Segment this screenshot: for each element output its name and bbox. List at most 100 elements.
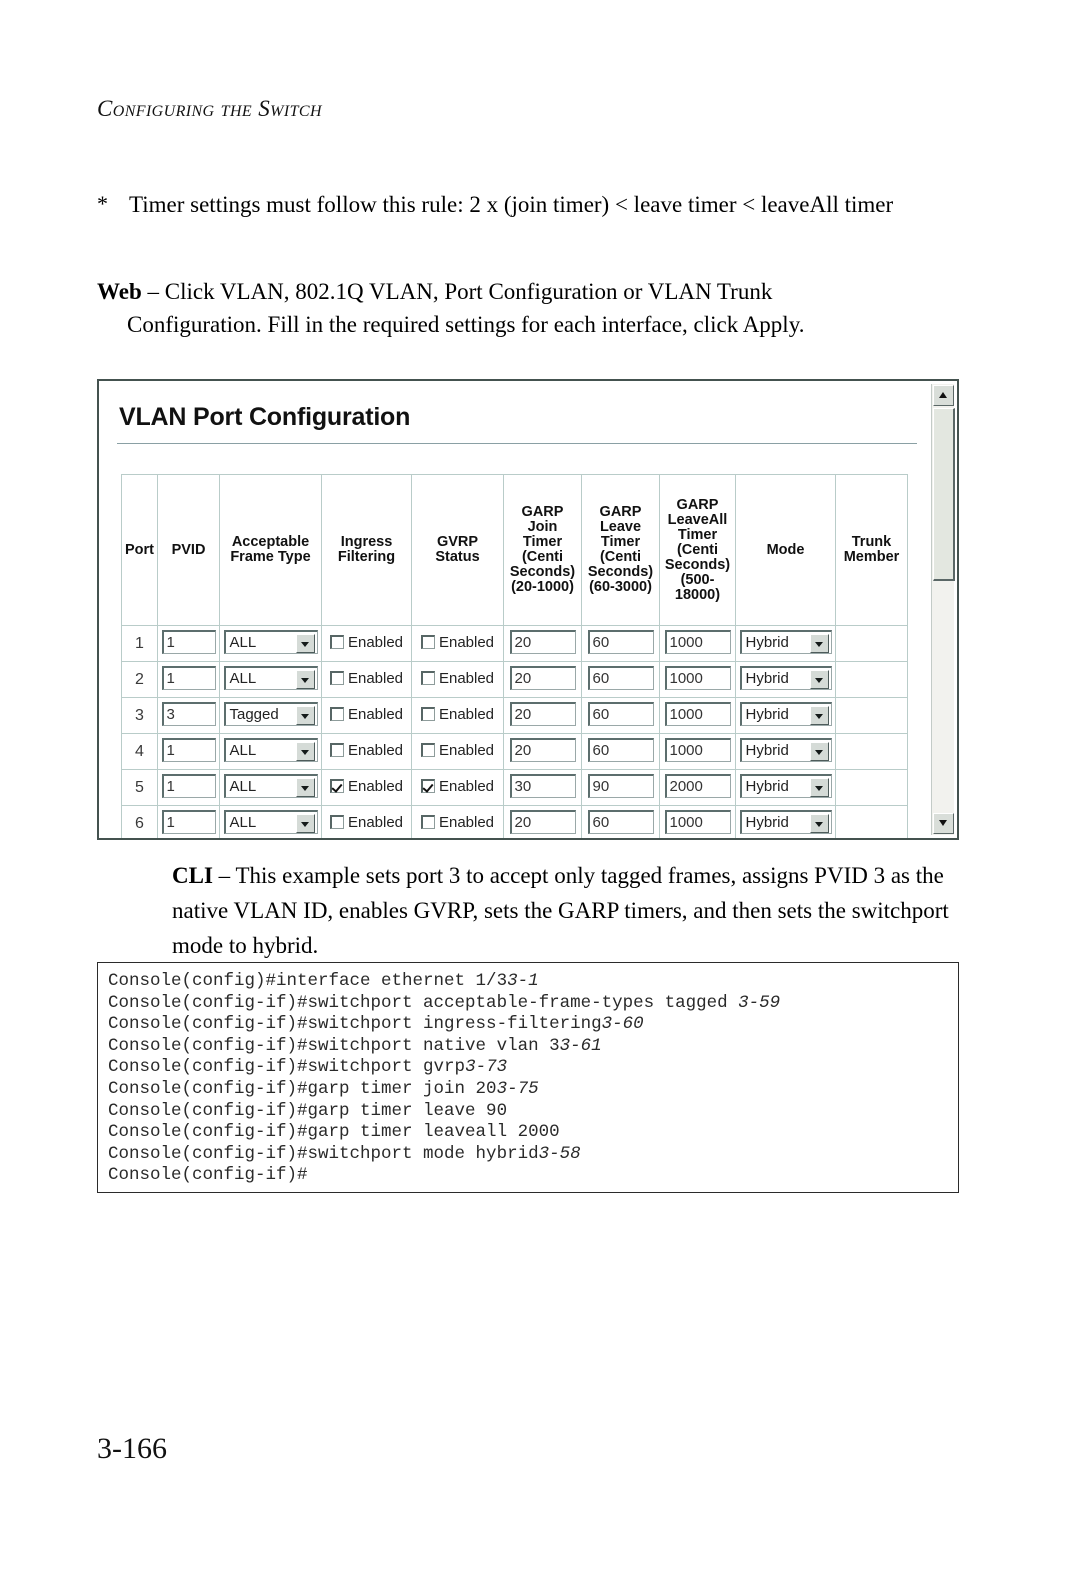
garp-leaveall-timer-input[interactable]: 1000 [664,665,731,690]
acceptable-frame-type-select[interactable]: ALL [223,773,318,798]
chevron-down-icon[interactable] [295,813,315,833]
cell-join-timer: 20 [503,625,582,662]
pvid-input[interactable]: 1 [161,665,216,690]
col-header-pvid: PVID [157,474,220,626]
acceptable-frame-type-select[interactable]: Tagged [223,701,318,726]
gvrp-status-checkbox[interactable]: Enabled [420,634,494,651]
gvrp-status-checkbox[interactable]: Enabled [420,670,494,687]
gvrp-status-checkbox[interactable]: Enabled [420,778,494,795]
ingress-filtering-checkbox[interactable]: Enabled [329,742,403,759]
checkbox-box[interactable] [420,779,435,794]
garp-join-timer-input[interactable]: 20 [509,629,576,654]
checkbox-box[interactable] [420,707,435,722]
garp-leaveall-timer-input[interactable]: 1000 [664,629,731,654]
garp-leave-timer-input[interactable]: 90 [587,773,654,798]
garp-join-timer-input[interactable]: 20 [509,809,576,834]
gvrp-status-checkbox[interactable]: Enabled [420,742,494,759]
pvid-input[interactable]: 1 [161,773,216,798]
ingress-filtering-checkbox[interactable]: Enabled [329,634,403,651]
chevron-down-icon[interactable] [295,741,315,761]
ingress-filtering-checkbox[interactable]: Enabled [329,814,403,831]
ingress-filtering-checkbox[interactable]: Enabled [329,670,403,687]
port-number: 5 [135,778,144,796]
chevron-down-icon[interactable] [809,669,829,689]
table-header-row: Port PVID Acceptable Frame Type Ingress … [121,474,908,626]
acceptable-frame-type-select[interactable]: ALL [223,629,318,654]
chevron-down-icon[interactable] [295,669,315,689]
scroll-up-arrow-icon[interactable] [933,385,954,406]
garp-join-timer-input[interactable]: 20 [509,737,576,762]
chevron-down-icon[interactable] [809,813,829,833]
pvid-input[interactable]: 1 [161,629,216,654]
scroll-down-arrow-icon[interactable] [933,813,954,834]
vertical-scrollbar[interactable] [931,384,955,835]
pvid-input[interactable]: 1 [161,809,216,834]
cell-ingress-filtering: Enabled [321,769,412,806]
garp-leaveall-timer-input[interactable]: 2000 [664,773,731,798]
page-number: 3-166 [97,1432,167,1465]
cell-port: 6 [121,805,158,838]
garp-leaveall-timer-input[interactable]: 1000 [664,701,731,726]
gvrp-status-checkbox[interactable]: Enabled [420,706,494,723]
select-value: ALL [229,633,257,651]
ingress-filtering-checkbox[interactable]: Enabled [329,778,403,795]
port-number: 2 [135,670,144,688]
garp-join-timer-input[interactable]: 20 [509,665,576,690]
chevron-down-icon[interactable] [295,633,315,653]
garp-leave-timer-input[interactable]: 60 [587,701,654,726]
ingress-filtering-checkbox[interactable]: Enabled [329,706,403,723]
console-page-ref: 3-75 [496,1078,539,1099]
garp-leaveall-timer-input[interactable]: 1000 [664,809,731,834]
cell-port: 2 [121,661,158,698]
console-line: Console(config)#interface ethernet 1/33-… [108,971,958,993]
garp-leave-timer-input[interactable]: 60 [587,665,654,690]
cell-leave-timer: 60 [581,661,660,698]
mode-select[interactable]: Hybrid [739,629,832,654]
checkbox-box[interactable] [329,743,344,758]
mode-select[interactable]: Hybrid [739,809,832,834]
mode-select[interactable]: Hybrid [739,701,832,726]
console-line: Console(config-if)#switchport acceptable… [108,993,958,1015]
acceptable-frame-type-select[interactable]: ALL [223,665,318,690]
garp-leave-timer-input[interactable]: 60 [587,737,654,762]
chevron-down-icon[interactable] [809,633,829,653]
mode-select[interactable]: Hybrid [739,773,832,798]
checkbox-box[interactable] [420,671,435,686]
checkbox-box[interactable] [420,815,435,830]
scrollbar-thumb[interactable] [933,408,955,581]
garp-join-timer-input[interactable]: 20 [509,701,576,726]
chevron-down-icon[interactable] [809,777,829,797]
cell-pvid: 1 [157,805,220,838]
vlan-port-table: Port PVID Acceptable Frame Type Ingress … [121,474,908,838]
acceptable-frame-type-select[interactable]: ALL [223,809,318,834]
cell-frame-type: ALL [219,805,322,838]
pvid-input[interactable]: 3 [161,701,216,726]
pvid-input[interactable]: 1 [161,737,216,762]
garp-leave-timer-input[interactable]: 60 [587,629,654,654]
acceptable-frame-type-select[interactable]: ALL [223,737,318,762]
mode-select[interactable]: Hybrid [739,737,832,762]
cell-trunk-member [835,697,908,734]
col-header-mode: Mode [735,474,836,626]
checkbox-box[interactable] [329,815,344,830]
mode-select[interactable]: Hybrid [739,665,832,690]
checkbox-box[interactable] [329,779,344,794]
garp-leave-timer-input[interactable]: 60 [587,809,654,834]
garp-join-timer-input[interactable]: 30 [509,773,576,798]
garp-leaveall-timer-input[interactable]: 1000 [664,737,731,762]
console-command: Console(config-if)#switchport gvrp [108,1057,466,1078]
checkbox-box[interactable] [329,707,344,722]
select-value: Tagged [229,705,279,723]
gvrp-status-checkbox[interactable]: Enabled [420,814,494,831]
cell-pvid: 1 [157,661,220,698]
chevron-down-icon[interactable] [809,741,829,761]
checkbox-box[interactable] [329,671,344,686]
cell-ingress-filtering: Enabled [321,661,412,698]
chevron-down-icon[interactable] [295,777,315,797]
checkbox-box[interactable] [420,743,435,758]
checkbox-box[interactable] [329,635,344,650]
cell-pvid: 1 [157,733,220,770]
chevron-down-icon[interactable] [809,705,829,725]
checkbox-box[interactable] [420,635,435,650]
chevron-down-icon[interactable] [295,705,315,725]
